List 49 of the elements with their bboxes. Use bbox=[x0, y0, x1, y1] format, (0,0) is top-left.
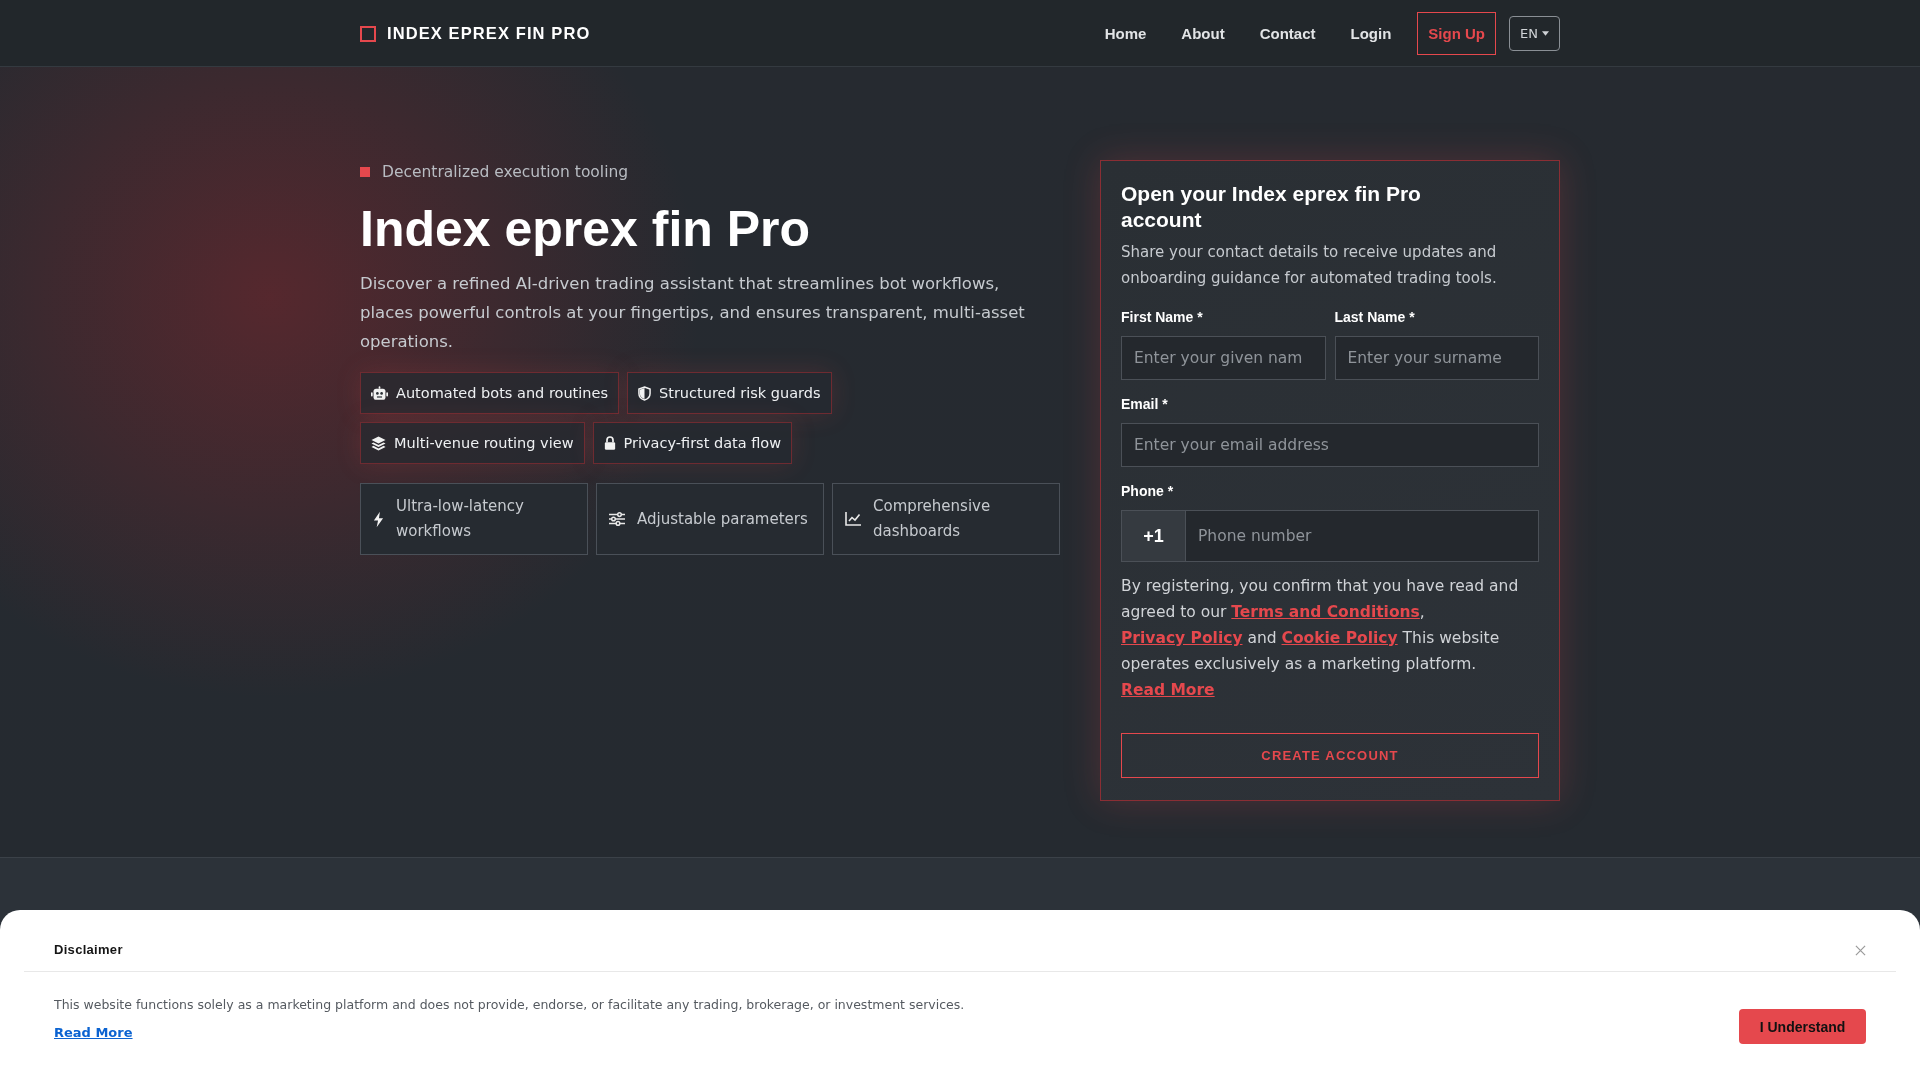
chip-label: Automated bots and routines bbox=[396, 385, 608, 401]
field-label: Phone * bbox=[1121, 482, 1175, 500]
country-code[interactable]: +1 bbox=[1121, 510, 1185, 562]
nav-link[interactable]: Contact bbox=[1259, 24, 1316, 42]
nav-link[interactable]: Home bbox=[1104, 24, 1147, 42]
consent-link[interactable]: Terms and Conditions bbox=[1231, 603, 1420, 621]
close-icon bbox=[1855, 944, 1866, 956]
sign-up-button[interactable]: Sign Up bbox=[1417, 11, 1496, 55]
last-name-field[interactable]: Enter your surname bbox=[1334, 336, 1539, 380]
lightning-bolt-icon bbox=[373, 510, 384, 528]
hero-description: Discover a refined AI-driven trading assistant that streamlines bot workflows, places powerful controls at your fingertips, and ensures transparent, multi-asset operations. bbox=[360, 273, 1026, 353]
phone-field[interactable]: Phone number bbox=[1185, 510, 1539, 562]
feature-label: Comprehensive dashboards bbox=[873, 496, 992, 542]
disclaimer-title: Disclaimer bbox=[54, 942, 123, 958]
field-label: Email * bbox=[1121, 395, 1169, 413]
disclaimer-text: This website functions solely as a marketing platform and does not provide, endorse, or facilitate any trading, brokerage, or investment services. bbox=[54, 996, 965, 1014]
tagline: Decentralized execution tooling bbox=[382, 162, 629, 182]
layers-icon bbox=[371, 435, 386, 451]
nav-link[interactable]: About bbox=[1181, 24, 1225, 42]
shield-icon bbox=[638, 385, 651, 401]
consent-link[interactable]: Read More bbox=[1121, 681, 1215, 699]
sliders-icon bbox=[609, 512, 625, 526]
create-account-button[interactable]: CREATE ACCOUNT bbox=[1121, 733, 1539, 778]
chip-label: Privacy-first data flow bbox=[623, 435, 782, 451]
logo-text[interactable]: INDEX EPREX FIN PRO bbox=[387, 23, 591, 43]
read-more-link[interactable]: Read More bbox=[54, 1024, 133, 1042]
field-label: Last Name * bbox=[1334, 308, 1416, 326]
feature-label: Ultra-low-latency workflows bbox=[396, 496, 525, 542]
line-chart-icon bbox=[845, 512, 861, 526]
consent-link[interactable]: Cookie Policy bbox=[1281, 629, 1398, 647]
square-icon bbox=[360, 167, 370, 177]
i-understand-button[interactable]: I Understand bbox=[1739, 1009, 1866, 1044]
form-title: Open your Index eprex fin Pro account bbox=[1121, 181, 1422, 233]
caret-icon bbox=[1541, 30, 1549, 36]
chip-label: Structured risk guards bbox=[659, 385, 821, 401]
email-field[interactable]: Enter your email address bbox=[1121, 423, 1539, 467]
lock-icon bbox=[603, 436, 616, 450]
chip-label: Multi-venue routing view bbox=[394, 435, 574, 451]
logo-square-icon bbox=[360, 26, 376, 42]
nav-link[interactable]: Login bbox=[1350, 24, 1392, 42]
robot-icon bbox=[371, 386, 388, 400]
first-name-field[interactable]: Enter your given nam bbox=[1121, 336, 1326, 380]
hero-title: Index eprex fin Pro bbox=[360, 200, 812, 258]
consent-link[interactable]: Privacy Policy bbox=[1121, 629, 1243, 647]
consent-text: By registering, you confirm that you have read and agreed to our Terms and Conditions, Privacy Policy and Cookie Policy This website operates exclusively as a marketing platform. Read More bbox=[1121, 576, 1520, 701]
field-label: First Name * bbox=[1121, 308, 1204, 326]
feature-label: Adjustable parameters bbox=[637, 508, 808, 530]
language-dropdown[interactable]: EN bbox=[1509, 15, 1560, 51]
form-subtitle: Share your contact details to receive updates and onboarding guidance for automated trading tools. bbox=[1121, 242, 1498, 289]
